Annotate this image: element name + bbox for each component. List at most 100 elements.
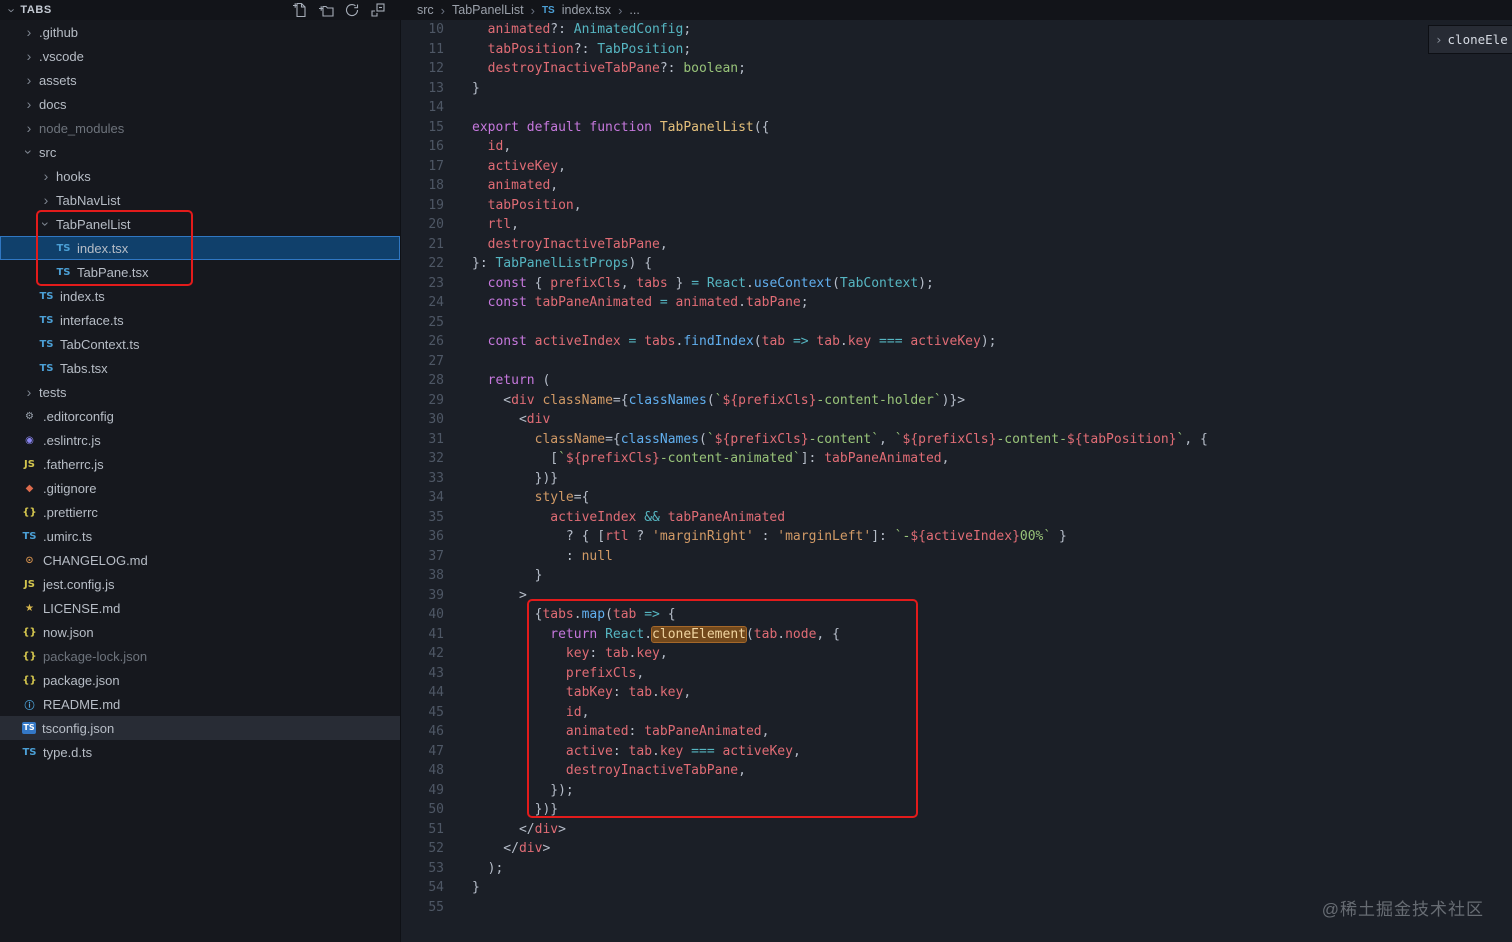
code-line-46[interactable]: 46 animated: tabPaneAnimated, xyxy=(401,722,1512,742)
code-text: id, xyxy=(565,704,590,720)
code-line-48[interactable]: 48 destroyInactiveTabPane, xyxy=(401,761,1512,781)
code-line-50[interactable]: 50 })} xyxy=(401,800,1512,820)
file-item-.fatherrc.js[interactable]: JS .fatherrc.js xyxy=(0,452,400,476)
file-item-Tabs.tsx[interactable]: TS Tabs.tsx xyxy=(0,356,400,380)
folder-item-.vscode[interactable]: › .vscode xyxy=(0,44,400,68)
file-item-now.json[interactable]: {} now.json xyxy=(0,620,400,644)
eslint-icon: ◉ xyxy=(25,434,34,446)
code-line-11[interactable]: 11 tabPosition?: TabPosition; xyxy=(401,40,1512,60)
code-text: destroyInactiveTabPane, xyxy=(487,236,668,252)
code-line-34[interactable]: 34 style={ xyxy=(401,488,1512,508)
code-text: <div className={classNames(`${prefixCls}… xyxy=(472,392,966,408)
line-number: 51 xyxy=(428,821,444,837)
code-line-47[interactable]: 47 active: tab.key === activeKey, xyxy=(401,742,1512,762)
code-line-24[interactable]: 24 const tabPaneAnimated = animated.tabP… xyxy=(401,293,1512,313)
code-line-51[interactable]: 51 </div> xyxy=(401,820,1512,840)
file-item-TabPane.tsx[interactable]: TS TabPane.tsx xyxy=(0,260,400,284)
code-line-20[interactable]: 20 rtl, xyxy=(401,215,1512,235)
folder-item-docs[interactable]: › docs xyxy=(0,92,400,116)
code-line-19[interactable]: 19 tabPosition, xyxy=(401,196,1512,216)
line-number: 10 xyxy=(428,22,444,37)
code-line-39[interactable]: 39 > xyxy=(401,586,1512,606)
refresh-icon[interactable] xyxy=(344,2,360,18)
chevron-down-icon[interactable]: › xyxy=(5,8,20,12)
breadcrumb-more[interactable]: ... xyxy=(629,3,639,17)
file-item-LICENSE.md[interactable]: ★ LICENSE.md xyxy=(0,596,400,620)
file-item-interface.ts[interactable]: TS interface.ts xyxy=(0,308,400,332)
code-text: destroyInactiveTabPane, xyxy=(565,763,746,778)
item-label: docs xyxy=(39,96,67,112)
file-item-type.d.ts[interactable]: TS type.d.ts xyxy=(0,740,400,764)
folder-item-assets[interactable]: › assets xyxy=(0,68,400,92)
file-item-TabContext.ts[interactable]: TS TabContext.ts xyxy=(0,332,400,356)
code-line-23[interactable]: 23 const { prefixCls, tabs } = React.use… xyxy=(401,274,1512,294)
breadcrumb-index-tsx[interactable]: index.tsx xyxy=(562,3,611,17)
file-item-index.ts[interactable]: TS index.ts xyxy=(0,284,400,308)
file-item-.editorconfig[interactable]: ⚙ .editorconfig xyxy=(0,404,400,428)
file-item-.prettierrc[interactable]: {} .prettierrc xyxy=(0,500,400,524)
code-line-36[interactable]: 36 ? { [rtl ? 'marginRight' : 'marginLef… xyxy=(401,527,1512,547)
folder-item-src[interactable]: › src xyxy=(0,140,400,164)
code-line-52[interactable]: 52 </div> xyxy=(401,839,1512,859)
code-line-27[interactable]: 27 xyxy=(401,352,1512,372)
line-number: 47 xyxy=(428,743,444,759)
code-line-12[interactable]: 12 destroyInactiveTabPane?: boolean; xyxy=(401,59,1512,79)
folder-item-tests[interactable]: › tests xyxy=(0,380,400,404)
collapse-all-icon[interactable] xyxy=(370,2,386,18)
code-line-41[interactable]: 41 return React.cloneElement(tab.node, { xyxy=(401,625,1512,645)
file-item-.eslintrc.js[interactable]: ◉ .eslintrc.js xyxy=(0,428,400,452)
code-line-38[interactable]: 38 } xyxy=(401,566,1512,586)
code-line-35[interactable]: 35 activeIndex && tabPaneAnimated xyxy=(401,508,1512,528)
code-line-53[interactable]: 53 ); xyxy=(401,859,1512,879)
code-line-26[interactable]: 26 const activeIndex = tabs.findIndex(ta… xyxy=(401,332,1512,352)
code-line-49[interactable]: 49 }); xyxy=(401,781,1512,801)
breadcrumb-tabpanellist[interactable]: TabPanelList xyxy=(452,3,524,17)
file-item-CHANGELOG.md[interactable]: ⊙ CHANGELOG.md xyxy=(0,548,400,572)
file-item-jest.config.js[interactable]: JS jest.config.js xyxy=(0,572,400,596)
folder-item-node_modules[interactable]: › node_modules xyxy=(0,116,400,140)
folder-item-hooks[interactable]: › hooks xyxy=(0,164,400,188)
code-line-25[interactable]: 25 xyxy=(401,313,1512,333)
folder-item-.github[interactable]: › .github xyxy=(0,20,400,44)
code-line-42[interactable]: 42 key: tab.key, xyxy=(401,644,1512,664)
file-item-README.md[interactable]: ⓘ README.md xyxy=(0,692,400,716)
code-line-29[interactable]: 29 <div className={classNames(`${prefixC… xyxy=(401,391,1512,411)
code-line-14[interactable]: 14 xyxy=(401,98,1512,118)
code-editor[interactable]: 10 animated?: AnimatedConfig; 11 tabPosit… xyxy=(400,20,1512,942)
code-line-22[interactable]: 22}: TabPanelListProps) { xyxy=(401,254,1512,274)
file-item-package.json[interactable]: {} package.json xyxy=(0,668,400,692)
file-item-.umirc.ts[interactable]: TS .umirc.ts xyxy=(0,524,400,548)
breadcrumb: src › TabPanelList › TS index.tsx › ... xyxy=(400,0,1512,20)
code-line-33[interactable]: 33 })} xyxy=(401,469,1512,489)
code-line-10[interactable]: 10 animated?: AnimatedConfig; xyxy=(401,20,1512,40)
new-file-icon[interactable] xyxy=(292,2,308,18)
file-item-tsconfig.json[interactable]: TS tsconfig.json xyxy=(0,716,400,740)
code-line-43[interactable]: 43 prefixCls, xyxy=(401,664,1512,684)
code-line-30[interactable]: 30 <div xyxy=(401,410,1512,430)
code-line-28[interactable]: 28 return ( xyxy=(401,371,1512,391)
code-line-31[interactable]: 31 className={classNames(`${prefixCls}-c… xyxy=(401,430,1512,450)
code-line-44[interactable]: 44 tabKey: tab.key, xyxy=(401,683,1512,703)
code-line-45[interactable]: 45 id, xyxy=(401,703,1512,723)
breadcrumb-src[interactable]: src xyxy=(417,3,434,17)
code-line-15[interactable]: 15 export default function TabPanelList({ xyxy=(401,118,1512,138)
file-item-index.tsx[interactable]: TS index.tsx xyxy=(0,236,400,260)
file-item-.gitignore[interactable]: ◆ .gitignore xyxy=(0,476,400,500)
line-number: 36 xyxy=(428,529,444,544)
file-item-package-lock.json[interactable]: {} package-lock.json xyxy=(0,644,400,668)
code-line-40[interactable]: 40 {tabs.map(tab => { xyxy=(401,605,1512,625)
code-text: const { prefixCls, tabs } = React.useCon… xyxy=(487,275,934,291)
code-line-16[interactable]: 16 id, xyxy=(401,137,1512,157)
line-number: 48 xyxy=(428,763,444,778)
code-line-21[interactable]: 21 destroyInactiveTabPane, xyxy=(401,235,1512,255)
new-folder-icon[interactable] xyxy=(318,2,334,18)
minimap-peek-widget[interactable]: › cloneEle xyxy=(1428,25,1512,54)
folder-item-TabNavList[interactable]: › TabNavList xyxy=(0,188,400,212)
code-line-32[interactable]: 32 [`${prefixCls}-content-animated`]: ta… xyxy=(401,449,1512,469)
code-line-18[interactable]: 18 animated, xyxy=(401,176,1512,196)
code-line-17[interactable]: 17 activeKey, xyxy=(401,157,1512,177)
line-number: 49 xyxy=(428,782,444,798)
folder-item-TabPanelList[interactable]: › TabPanelList xyxy=(0,212,400,236)
code-line-37[interactable]: 37 : null xyxy=(401,547,1512,567)
code-line-13[interactable]: 13} xyxy=(401,79,1512,99)
